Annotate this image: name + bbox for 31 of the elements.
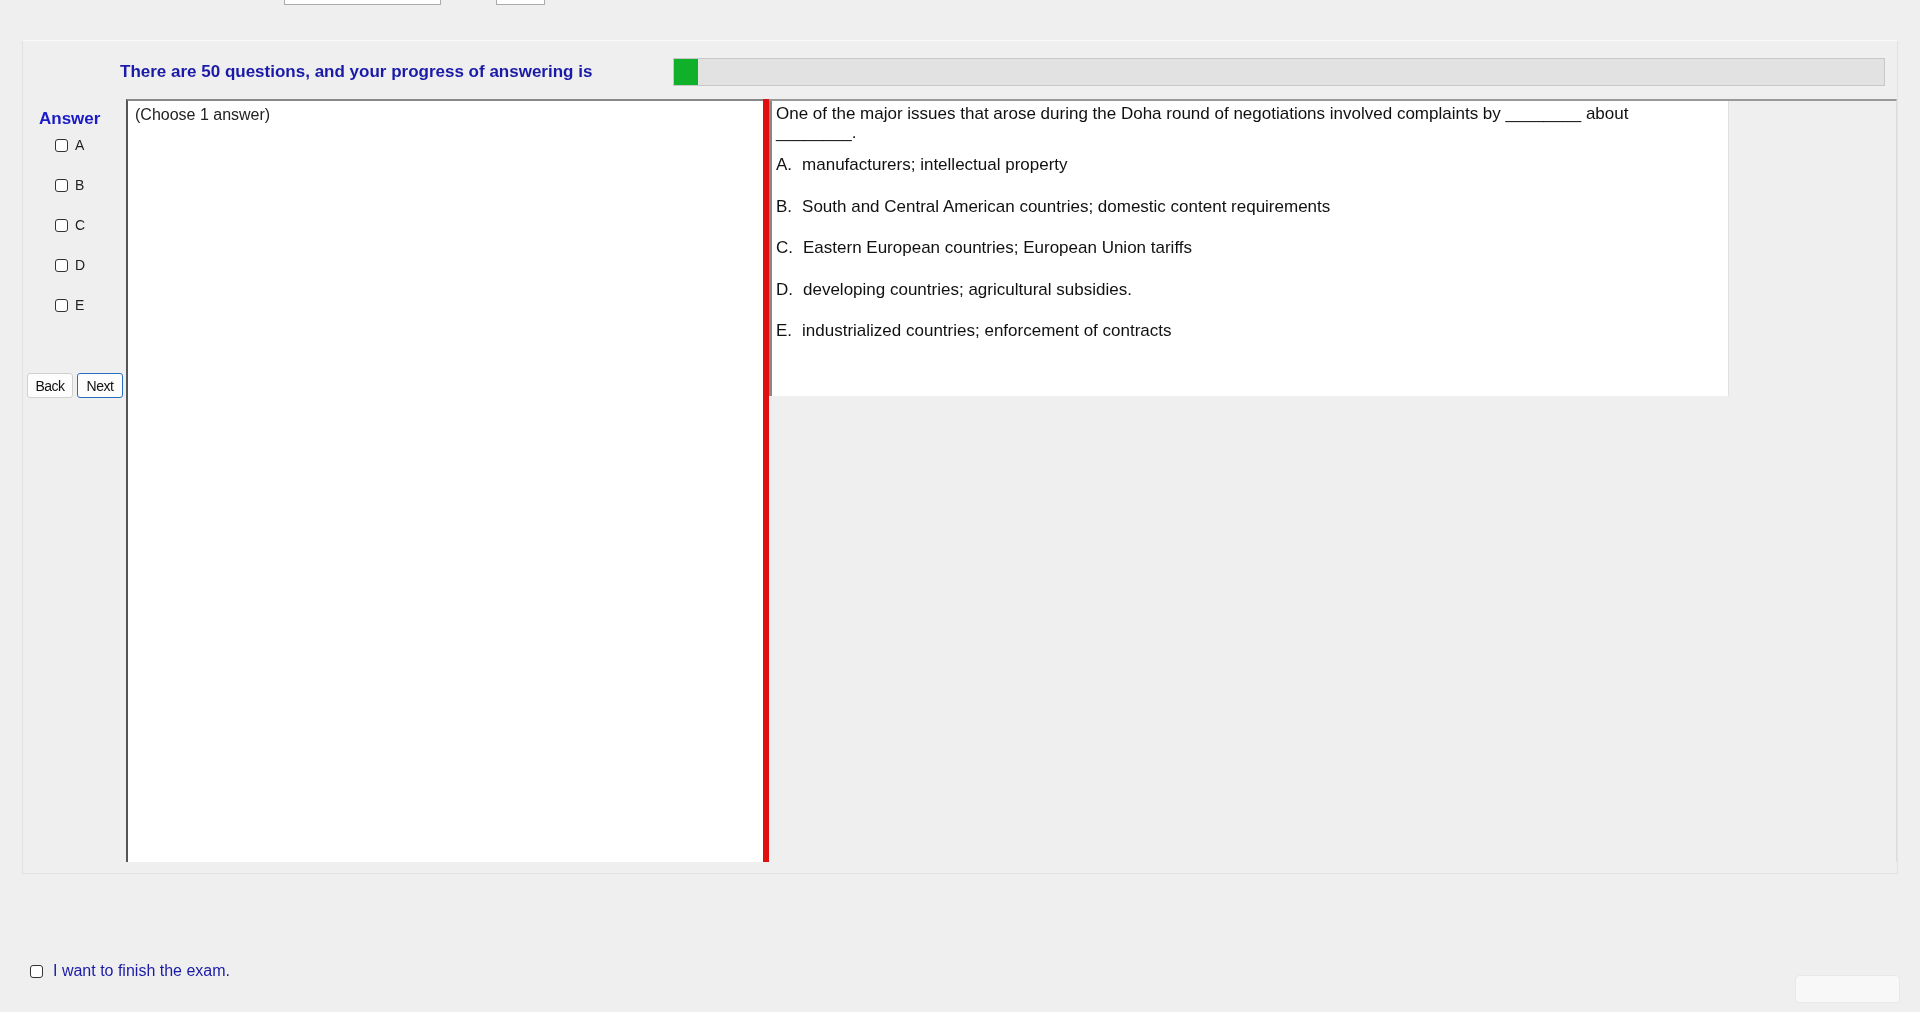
answer-text-area[interactable]: (Choose 1 answer): [126, 99, 763, 862]
nav-button[interactable]: Next: [77, 373, 123, 398]
finish-checkbox[interactable]: [30, 964, 43, 978]
choice-text: manufacturers; intellectual property: [802, 155, 1068, 176]
choice-letter: C.: [776, 238, 793, 259]
choice-letter: E.: [776, 321, 793, 342]
choice-text: Eastern European countries; European Union tariffs: [803, 238, 1193, 259]
checkbox[interactable]: [55, 218, 68, 232]
choice-text: developing countries; agricultural subsidies.: [803, 279, 1132, 301]
option-label: C: [75, 217, 86, 233]
dropdown-field[interactable]: [496, 0, 545, 5]
checkbox[interactable]: [55, 178, 68, 192]
choice-letter: A.: [776, 155, 793, 176]
option-label: E: [75, 297, 85, 313]
option-label: B: [75, 177, 85, 193]
hint-text: (Choose 1 answer): [135, 106, 271, 123]
dropdown-field[interactable]: [284, 0, 441, 5]
checkbox[interactable]: [55, 258, 68, 272]
choice-text: South and Central American countries; domestic content requirements: [802, 196, 1331, 218]
progress-label: There are 50 questions, and your progress of answering is: [120, 62, 594, 82]
option-label: D: [75, 257, 86, 273]
option-label: A: [75, 137, 85, 153]
checkbox[interactable]: [55, 138, 68, 152]
question-text: One of the major issues that arose during the Doha round of negotiations involved complaints by ________ about ________.: [776, 104, 1630, 142]
answer-label: Answer: [39, 109, 102, 129]
choice-letter: B.: [776, 196, 793, 218]
finish-label: I want to finish the exam.: [53, 962, 230, 980]
choice-letter: D.: [776, 279, 793, 301]
choice-text: industrialized countries; enforcement of contracts: [802, 321, 1172, 342]
checkbox[interactable]: [55, 298, 68, 312]
nav-button[interactable]: Back: [27, 373, 73, 398]
